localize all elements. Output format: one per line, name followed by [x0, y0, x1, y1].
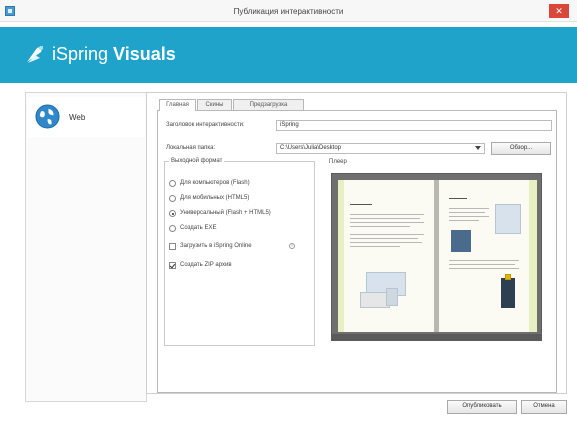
title-input[interactable]: iSpring [276, 120, 552, 131]
book-page-left [338, 180, 434, 332]
text-line [350, 218, 420, 219]
text-line [350, 246, 400, 247]
page-image [451, 230, 471, 252]
page-image [505, 274, 511, 280]
text-line [350, 242, 422, 243]
brand-prefix: iSpring [52, 44, 109, 64]
browse-button[interactable]: Обзор... [491, 142, 551, 155]
window-titlebar: Публикация интерактивности ✕ [0, 0, 577, 22]
close-button[interactable]: ✕ [549, 4, 569, 18]
chevron-down-icon[interactable] [475, 146, 481, 150]
page-image [386, 288, 398, 306]
text-line [350, 238, 418, 239]
sidebar: Web [25, 92, 147, 402]
text-line [449, 268, 519, 269]
text-line [350, 214, 424, 215]
radio-exe[interactable] [169, 225, 176, 232]
book-page-right [439, 180, 537, 332]
ispring-logo-icon [27, 46, 43, 63]
checkbox-online-upload[interactable] [169, 243, 176, 250]
page-accent [529, 180, 537, 332]
text-line [449, 212, 485, 213]
globe-icon [35, 104, 60, 129]
tab-main[interactable]: Главная [159, 99, 196, 111]
text-line [449, 216, 489, 217]
page-image [495, 204, 521, 234]
text-line [350, 234, 424, 235]
help-icon[interactable]: ? [289, 243, 295, 249]
text-line [350, 222, 424, 223]
folder-label: Локальная папка: [166, 145, 216, 151]
output-format-title: Выходной формат [169, 158, 225, 164]
publish-button[interactable]: Опубликовать [447, 400, 517, 414]
option-zip-label: Создать ZIP архив [180, 262, 232, 268]
page-accent [338, 180, 344, 332]
folder-input[interactable]: C:\Users\Julia\Desktop [276, 143, 485, 154]
radio-html5[interactable] [169, 195, 176, 202]
sidebar-item-web[interactable]: Web [27, 97, 145, 137]
text-line [350, 204, 372, 205]
page-image [501, 278, 515, 308]
cancel-button[interactable]: Отмена [521, 400, 567, 414]
player-preview [331, 173, 542, 341]
text-line [449, 260, 519, 261]
sidebar-item-label: Web [69, 113, 86, 122]
text-line [350, 226, 410, 227]
title-label: Заголовок интерактивности: [166, 122, 245, 128]
window-title: Публикация интерактивности [233, 7, 344, 16]
brand-suffix: Visuals [113, 44, 176, 64]
option-html5-label: Для мобильных (HTML5) [180, 195, 250, 201]
checkbox-zip[interactable] [169, 262, 176, 269]
option-universal-label: Универсальный (Flash + HTML5) [180, 210, 271, 216]
text-line [449, 198, 467, 199]
output-format-group: Выходной формат Для компьютеров (Flash) … [164, 158, 315, 346]
tab-preloader[interactable]: Предзагрузка [233, 99, 304, 110]
option-exe-label: Создать EXE [180, 225, 217, 231]
folder-value: C:\Users\Julia\Desktop [280, 145, 342, 151]
preview-title: Плеер [329, 159, 347, 165]
tab-skins[interactable]: Скины [197, 99, 232, 110]
text-line [449, 208, 489, 209]
brand-name: iSpring Visuals [52, 44, 176, 65]
option-flash-label: Для компьютеров (Flash) [180, 180, 250, 186]
text-line [449, 220, 479, 221]
radio-flash[interactable] [169, 180, 176, 187]
brand-banner: iSpring Visuals [0, 27, 577, 83]
player-toolbar [332, 334, 541, 340]
text-line [449, 264, 515, 265]
option-online-upload-label: Загрузить в iSpring Online [180, 243, 252, 249]
radio-universal[interactable] [169, 210, 176, 217]
